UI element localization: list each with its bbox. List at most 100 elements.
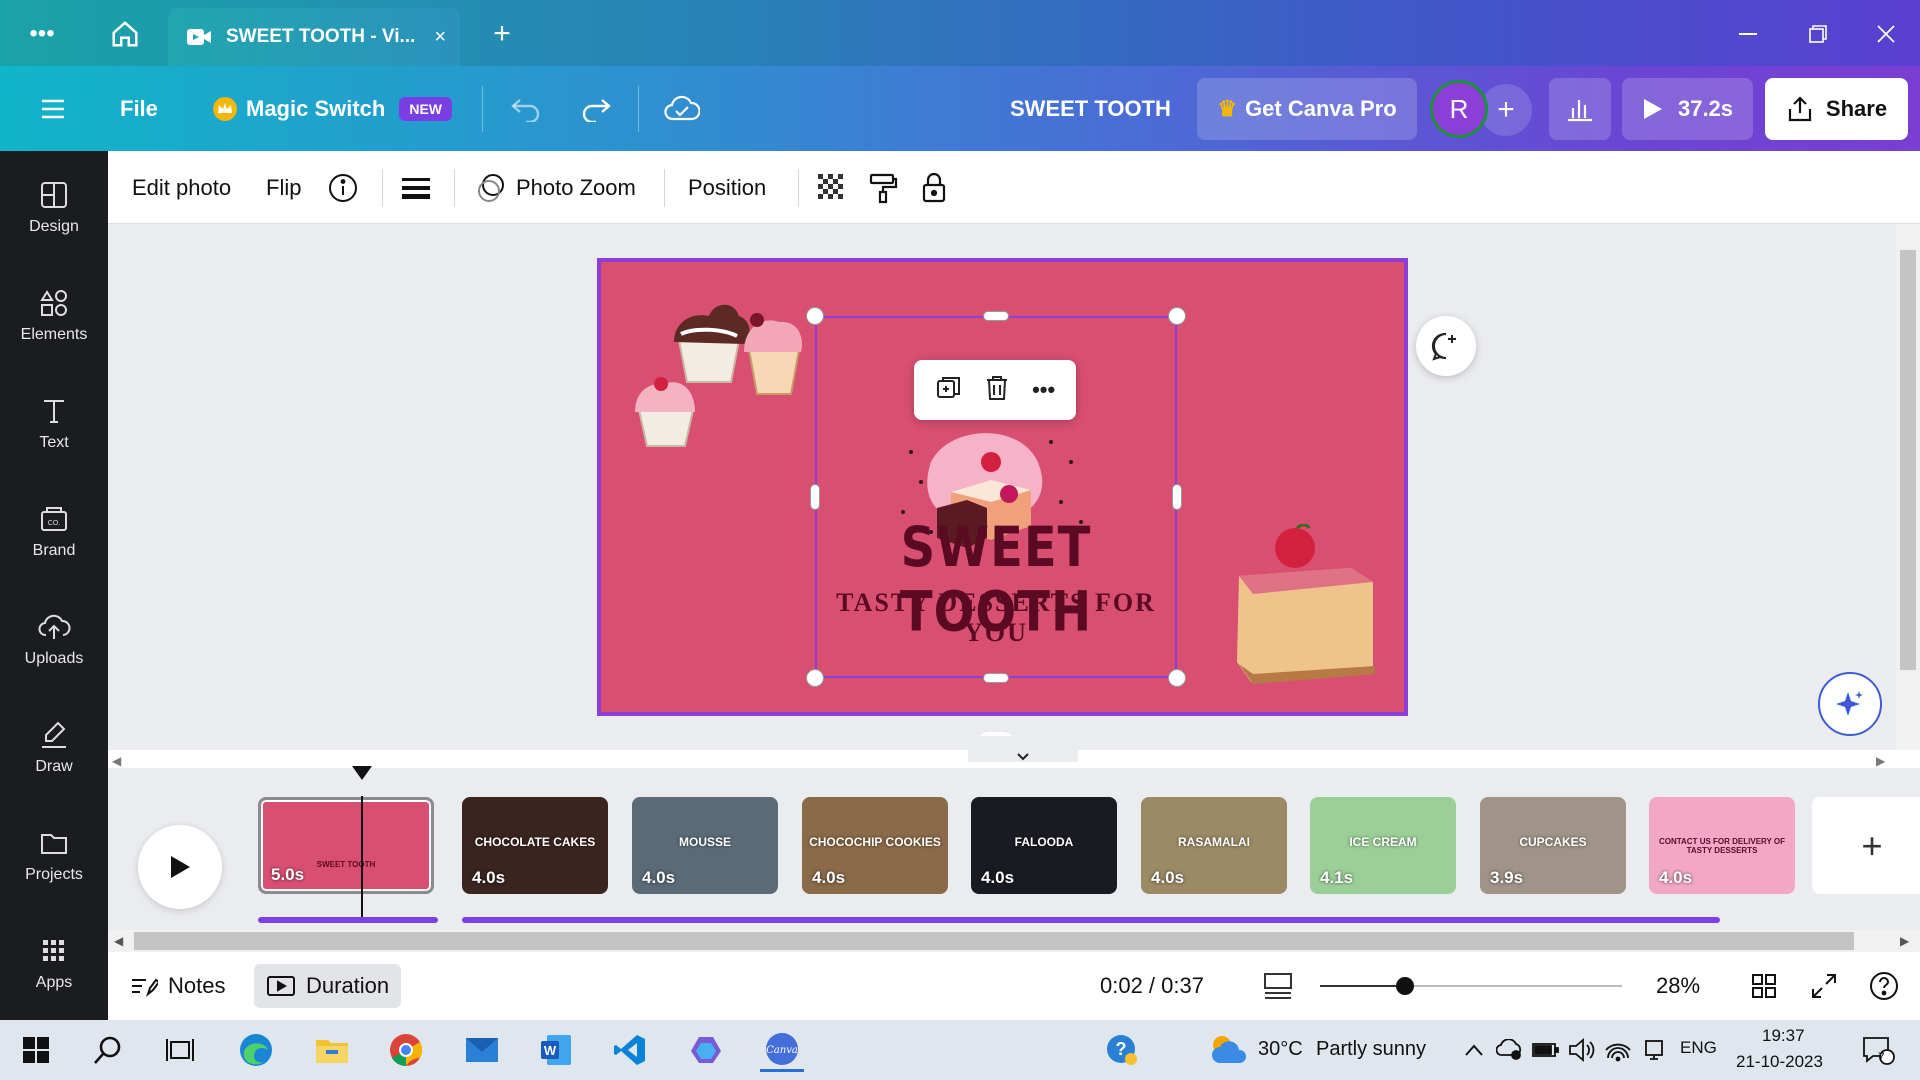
tab-close-icon[interactable]: × <box>434 26 446 49</box>
task-view-icon[interactable] <box>158 1028 202 1072</box>
sidebar-item-apps[interactable]: Apps <box>0 913 108 1013</box>
flip-button[interactable]: Flip <box>266 151 301 224</box>
minimize-icon[interactable] <box>1718 14 1778 54</box>
duration-button[interactable]: Duration <box>254 964 402 1008</box>
timeline-clip[interactable]: ICE CREAM 4.1s <box>1310 797 1456 894</box>
copilot-icon[interactable] <box>684 1028 728 1072</box>
transparency-icon[interactable] <box>818 151 846 224</box>
new-tab-button[interactable]: + <box>482 14 522 54</box>
close-window-icon[interactable] <box>1856 14 1916 54</box>
scroll-thumb[interactable] <box>1900 250 1916 670</box>
more-icon[interactable]: ••• <box>1032 377 1055 403</box>
get-canva-pro-button[interactable]: ♛ Get Canva Pro <box>1197 78 1417 140</box>
search-icon[interactable] <box>86 1028 130 1072</box>
magic-switch-button[interactable]: Magic Switch NEW <box>212 66 453 151</box>
scroll-right-arrow-icon[interactable]: ▶ <box>1900 934 1909 948</box>
file-menu[interactable]: File <box>120 66 158 151</box>
scroll-left-arrow-icon[interactable]: ◀ <box>112 754 121 768</box>
cake-slice-illustration[interactable] <box>1225 524 1385 694</box>
home-icon[interactable] <box>105 14 145 54</box>
sidebar-item-brand[interactable]: CO. Brand <box>0 481 108 581</box>
add-comment-button[interactable] <box>1416 316 1476 376</box>
language-indicator[interactable]: ENG <box>1680 1038 1717 1058</box>
file-explorer-icon[interactable] <box>310 1028 354 1072</box>
scroll-right-arrow-icon[interactable]: ▶ <box>1876 754 1885 768</box>
add-page-button[interactable]: + <box>1812 797 1920 894</box>
redo-icon[interactable] <box>580 66 612 151</box>
fullscreen-icon[interactable] <box>1810 952 1838 1020</box>
edit-photo-button[interactable]: Edit photo <box>132 151 231 224</box>
timeline-play-button[interactable] <box>138 825 222 909</box>
cupcakes-illustration[interactable] <box>619 290 809 450</box>
chrome-icon[interactable] <box>384 1028 428 1072</box>
windows-start-icon[interactable] <box>14 1028 58 1072</box>
playhead-marker-icon[interactable] <box>352 766 372 780</box>
present-play-button[interactable]: 37.2s <box>1622 78 1753 140</box>
zoom-slider-thumb[interactable] <box>1395 977 1414 995</box>
sidebar-item-text[interactable]: Text <box>0 373 108 473</box>
sidebar-item-design[interactable]: Design <box>0 157 108 257</box>
canva-app-icon[interactable]: Canva <box>760 1028 804 1072</box>
lock-icon[interactable] <box>920 151 948 224</box>
user-avatar[interactable]: R <box>1430 80 1488 138</box>
edge-browser-icon[interactable] <box>234 1028 278 1072</box>
resize-handle-n[interactable] <box>983 311 1009 321</box>
sidebar-item-draw[interactable]: Draw <box>0 697 108 797</box>
scroll-left-arrow-icon[interactable]: ◀ <box>114 934 123 948</box>
info-icon[interactable] <box>328 151 358 224</box>
playhead-line[interactable] <box>361 796 363 920</box>
more-options-icon[interactable]: ••• <box>22 14 62 54</box>
resize-handle-sw[interactable] <box>806 669 824 687</box>
vertical-scrollbar[interactable] <box>1896 224 1920 750</box>
sidebar-item-elements[interactable]: Elements <box>0 265 108 365</box>
resize-handle-w[interactable] <box>810 484 820 510</box>
photo-zoom-button[interactable]: Photo Zoom <box>476 151 636 224</box>
duplicate-icon[interactable] <box>935 374 963 407</box>
clock-time[interactable]: 19:37 <box>1762 1026 1805 1046</box>
horizontal-scrollbar[interactable]: ◀ ▶ <box>108 930 1920 952</box>
sidebar-item-projects[interactable]: Projects <box>0 805 108 905</box>
sidebar-item-uploads[interactable]: Uploads <box>0 589 108 689</box>
resize-handle-s[interactable] <box>983 673 1009 683</box>
resize-handle-e[interactable] <box>1172 484 1182 510</box>
delete-icon[interactable] <box>984 374 1010 407</box>
mail-icon[interactable] <box>460 1028 504 1072</box>
magic-assistant-button[interactable] <box>1818 672 1882 736</box>
border-style-icon[interactable] <box>402 151 430 224</box>
audio-track-segment[interactable] <box>258 917 438 923</box>
cloud-saved-icon[interactable] <box>664 66 700 151</box>
timeline-clip[interactable]: SWEET TOOTH 5.0s <box>258 797 434 894</box>
collapse-timeline-button[interactable] <box>968 736 1078 762</box>
insights-button[interactable] <box>1549 78 1611 140</box>
weather-icon[interactable] <box>1206 1028 1250 1072</box>
grid-view-icon[interactable] <box>1750 952 1778 1020</box>
undo-icon[interactable] <box>510 66 542 151</box>
view-toggle-icon[interactable] <box>1262 952 1294 1020</box>
timeline-clip[interactable]: CUPCAKES 3.9s <box>1480 797 1626 894</box>
restore-icon[interactable] <box>1788 14 1848 54</box>
document-title[interactable]: SWEET TOOTH <box>1010 66 1171 151</box>
clock-date[interactable]: 21-10-2023 <box>1736 1052 1823 1072</box>
timeline-clip[interactable]: CHOCOLATE CAKES 4.0s <box>462 797 608 894</box>
timeline-clip[interactable]: RASAMALAI 4.0s <box>1141 797 1287 894</box>
zoom-slider-track[interactable] <box>1320 977 1622 995</box>
tab-sweet-tooth[interactable]: SWEET TOOTH - Vi... × <box>168 8 460 66</box>
word-icon[interactable]: W <box>534 1028 578 1072</box>
position-button[interactable]: Position <box>688 151 766 224</box>
notes-button[interactable]: Notes <box>130 952 225 1020</box>
timeline-clip[interactable]: FALOODA 4.0s <box>971 797 1117 894</box>
resize-handle-nw[interactable] <box>806 307 824 325</box>
help-icon[interactable] <box>1868 952 1900 1020</box>
menu-icon[interactable] <box>40 66 66 151</box>
resize-handle-ne[interactable] <box>1168 307 1186 325</box>
scroll-thumb[interactable] <box>134 932 1854 950</box>
paint-roller-icon[interactable] <box>868 151 898 224</box>
share-button[interactable]: Share <box>1765 78 1908 140</box>
audio-track-segment[interactable] <box>462 917 1720 923</box>
timeline-clip[interactable]: CONTACT US FOR DELIVERY OF TASTY DESSERT… <box>1649 797 1795 894</box>
resize-handle-se[interactable] <box>1168 669 1186 687</box>
timeline-clip[interactable]: MOUSSE 4.0s <box>632 797 778 894</box>
timeline-clip[interactable]: CHOCOCHIP COOKIES 4.0s <box>802 797 948 894</box>
device-icon[interactable] <box>1632 1028 1676 1072</box>
vscode-icon[interactable] <box>608 1028 652 1072</box>
